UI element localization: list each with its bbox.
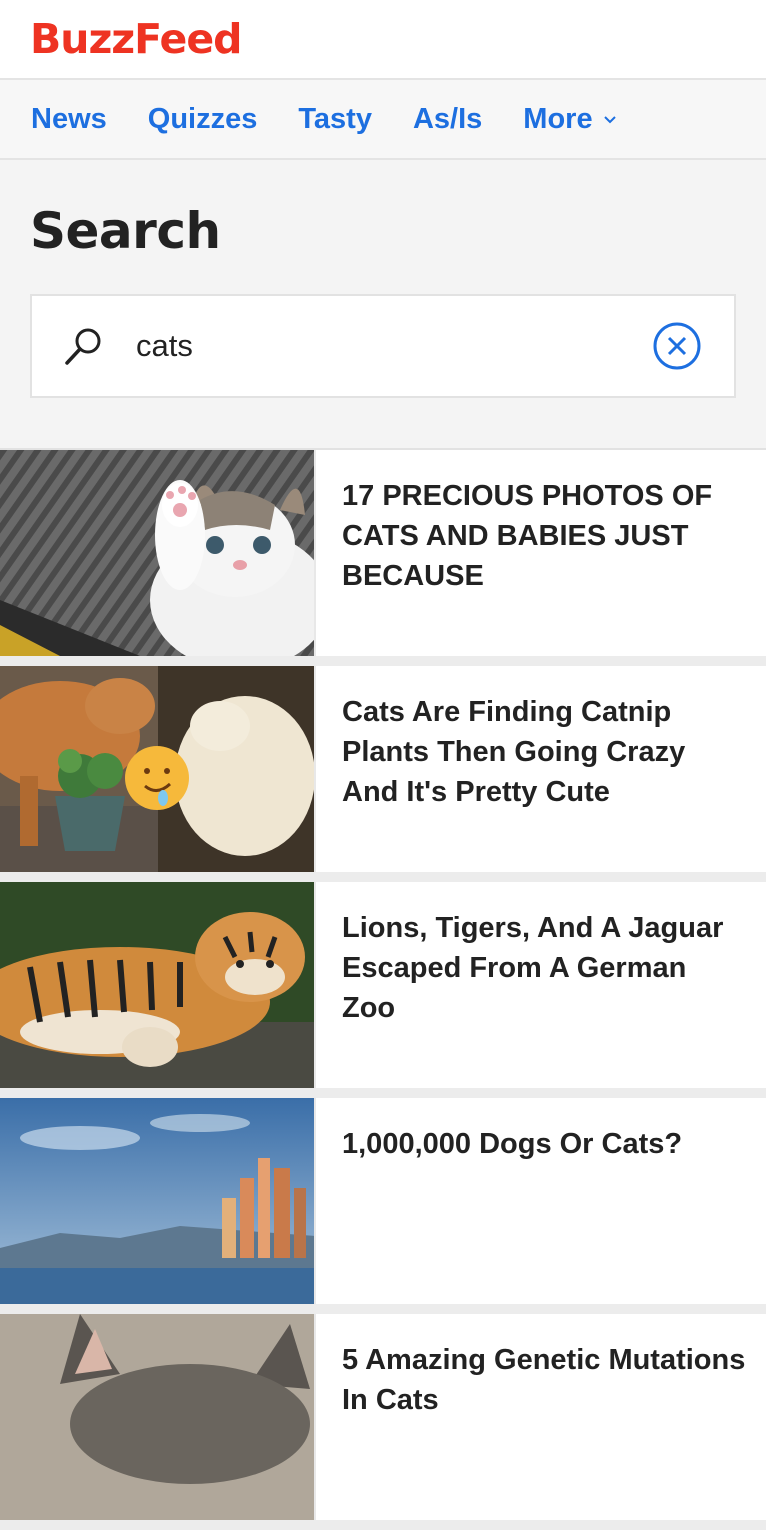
tiger-image xyxy=(0,882,314,1088)
nav-item-quizzes[interactable]: Quizzes xyxy=(148,103,258,136)
nav-item-asis[interactable]: As/Is xyxy=(413,103,482,136)
result-title[interactable]: 5 Amazing Genetic Mutations In Cats xyxy=(316,1314,766,1520)
nav-item-more-label: More xyxy=(523,102,593,135)
nav-item-more[interactable]: More xyxy=(523,103,616,136)
result-title[interactable]: Lions, Tigers, And A Jaguar Escaped From… xyxy=(316,882,766,1088)
result-thumbnail xyxy=(0,882,316,1088)
result-thumbnail xyxy=(0,1314,316,1520)
kitten-image xyxy=(0,450,314,656)
search-section: Search xyxy=(0,160,766,448)
nav-item-tasty[interactable]: Tasty xyxy=(298,103,372,136)
result-card[interactable]: 5 Amazing Genetic Mutations In Cats xyxy=(0,1314,766,1530)
page-title: Search xyxy=(30,202,221,260)
result-card[interactable]: Cats Are Finding Catnip Plants Then Goin… xyxy=(0,666,766,882)
nav-item-news[interactable]: News xyxy=(31,103,107,136)
chevron-down-icon xyxy=(603,116,616,124)
catnip-cats-image xyxy=(0,666,314,872)
search-results: 17 PRECIOUS PHOTOS OF CATS AND BABIES JU… xyxy=(0,448,766,1530)
result-title[interactable]: 17 PRECIOUS PHOTOS OF CATS AND BABIES JU… xyxy=(316,450,766,656)
result-title[interactable]: 1,000,000 Dogs Or Cats? xyxy=(316,1098,702,1304)
cat-ears-image xyxy=(0,1314,314,1520)
result-thumbnail xyxy=(0,666,316,872)
site-header: BuzzFeed xyxy=(0,0,766,80)
search-input[interactable] xyxy=(134,327,652,365)
main-nav: News Quizzes Tasty As/Is More xyxy=(0,80,766,160)
buzzfeed-logo[interactable]: BuzzFeed xyxy=(30,15,242,63)
result-card[interactable]: 1,000,000 Dogs Or Cats? xyxy=(0,1098,766,1314)
search-icon xyxy=(65,328,101,365)
result-card[interactable]: Lions, Tigers, And A Jaguar Escaped From… xyxy=(0,882,766,1098)
search-box xyxy=(30,294,736,398)
clear-search-icon[interactable] xyxy=(652,321,702,371)
result-title[interactable]: Cats Are Finding Catnip Plants Then Goin… xyxy=(316,666,766,872)
result-thumbnail xyxy=(0,450,316,656)
result-thumbnail xyxy=(0,1098,316,1304)
city-skyline-image xyxy=(0,1098,314,1304)
result-card[interactable]: 17 PRECIOUS PHOTOS OF CATS AND BABIES JU… xyxy=(0,450,766,666)
